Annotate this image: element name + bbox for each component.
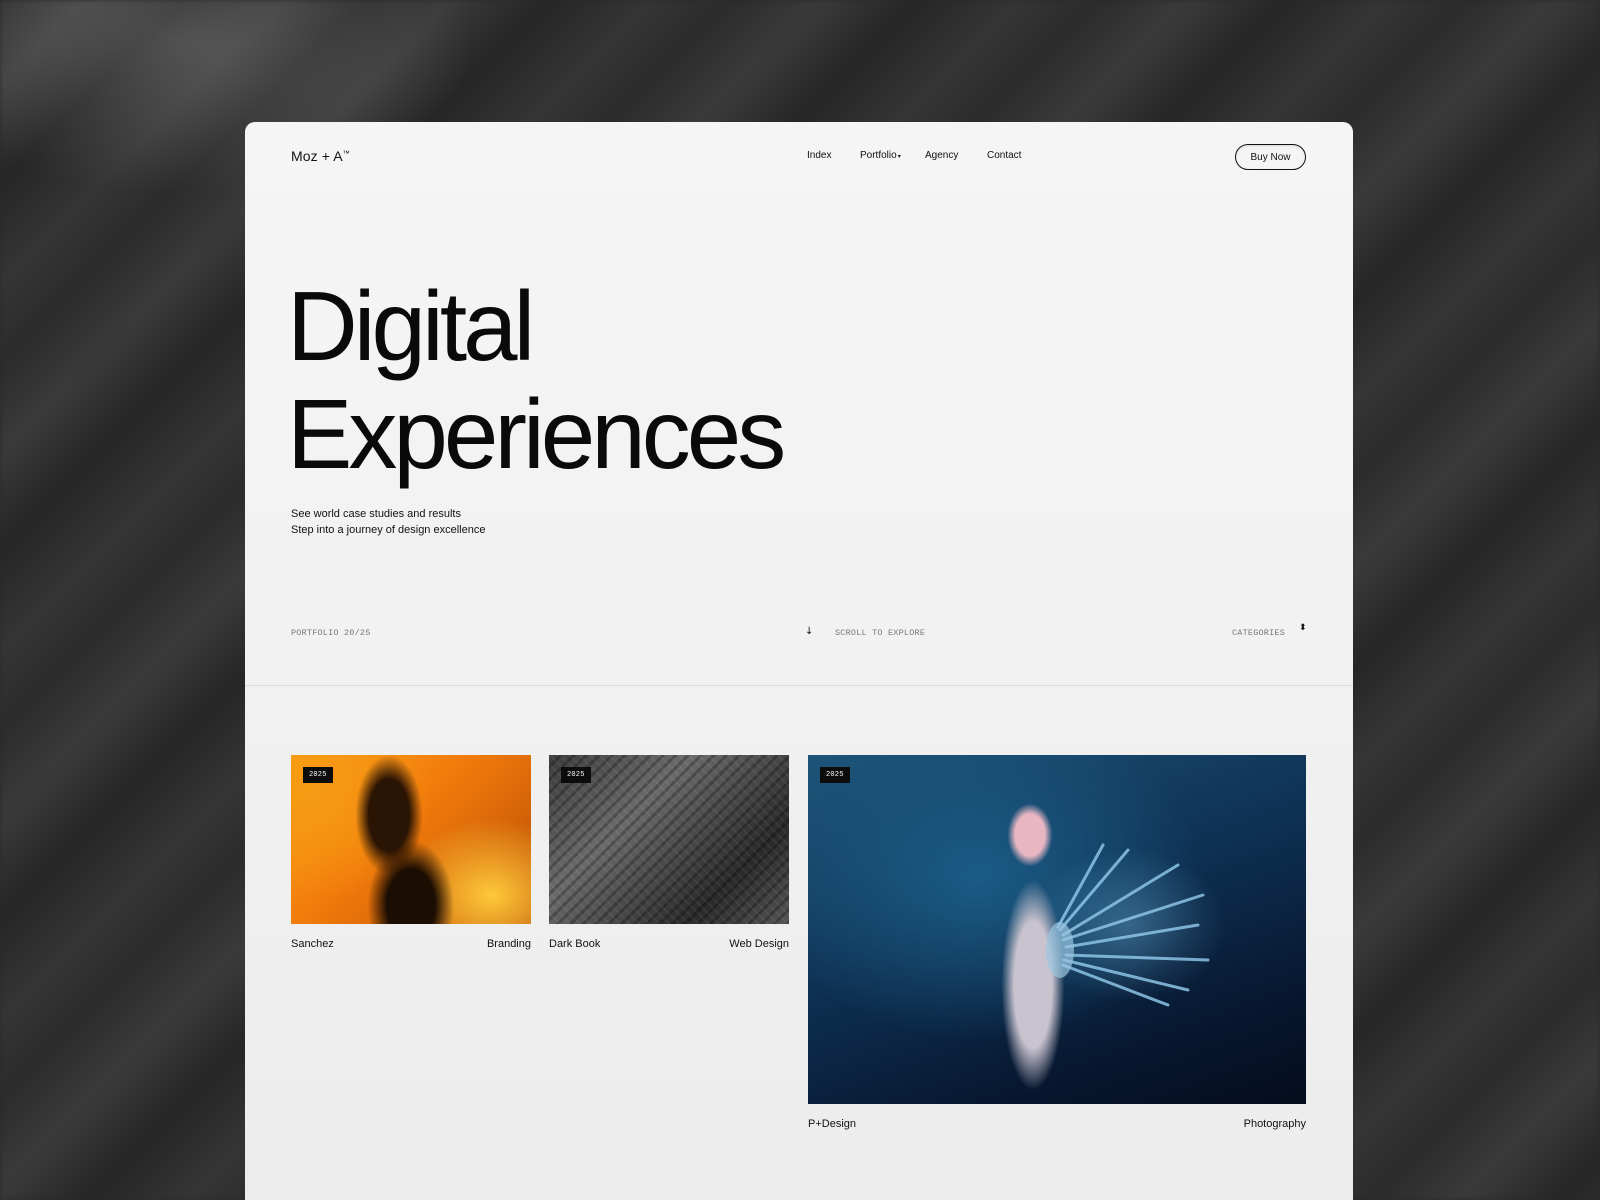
year-badge: 2025	[820, 767, 850, 783]
hero-title-line-1: Digital	[287, 271, 535, 381]
hero-subtitle-line-2: Step into a journey of design excellence	[291, 524, 486, 536]
project-thumbnail[interactable]: 2025	[808, 755, 1306, 1104]
project-caption: Sanchez Branding	[291, 938, 531, 950]
hero-subtitle-line-1: See world case studies and results	[291, 508, 461, 520]
project-thumbnail[interactable]: 2025	[549, 755, 789, 924]
year-badge: 2025	[561, 767, 591, 783]
project-card-p-design[interactable]: 2025 P+Design Photography	[808, 755, 1306, 1130]
nav-item-portfolio[interactable]: Portfolio▾	[860, 150, 925, 161]
main-nav: Index Portfolio▾ Agency Contact	[807, 150, 1021, 161]
project-caption: Dark Book Web Design	[549, 938, 789, 950]
arrow-down-icon[interactable]: ↓	[805, 626, 814, 637]
nav-item-contact[interactable]: Contact	[987, 150, 1021, 161]
project-name[interactable]: P+Design	[808, 1118, 856, 1130]
hero-title-line-2: Experiences	[287, 379, 786, 489]
logo[interactable]: Moz + A™	[291, 148, 350, 164]
logo-text: Moz + A	[291, 148, 343, 164]
project-name[interactable]: Dark Book	[549, 938, 600, 950]
project-caption: P+Design Photography	[808, 1118, 1306, 1130]
project-category: Branding	[486, 938, 531, 950]
project-name[interactable]: Sanchez	[291, 938, 334, 950]
portfolio-count: PORTFOLIO 20/25	[291, 628, 371, 638]
trademark-mark: ™	[342, 150, 350, 158]
project-card-sanchez[interactable]: 2025 Sanchez Branding	[291, 755, 531, 950]
hero-title: Digital Experiences	[287, 271, 786, 489]
buy-now-button[interactable]: Buy Now	[1235, 144, 1306, 170]
categories-label[interactable]: CATEGORIES	[1232, 628, 1285, 638]
sort-icon[interactable]: ⬍	[1299, 624, 1307, 633]
site-header: Moz + A™ Index Portfolio▾ Agency Contact…	[245, 122, 1353, 192]
sculpture-spikes-image	[1046, 843, 1210, 1007]
nav-item-portfolio-label: Portfolio	[860, 150, 897, 161]
info-bar: PORTFOLIO 20/25 ↓ SCROLL TO EXPLORE CATE…	[245, 624, 1353, 668]
project-card-dark-book[interactable]: 2025 Dark Book Web Design	[549, 755, 789, 950]
nav-item-index[interactable]: Index	[807, 150, 860, 161]
project-thumbnail[interactable]: 2025	[291, 755, 531, 924]
chevron-down-icon: ▾	[897, 154, 901, 160]
scroll-to-explore[interactable]: SCROLL TO EXPLORE	[835, 628, 925, 638]
nav-item-agency[interactable]: Agency	[925, 150, 987, 161]
browser-window: Moz + A™ Index Portfolio▾ Agency Contact…	[245, 122, 1353, 1200]
project-category: Web Design	[729, 938, 789, 950]
project-category: Photography	[1243, 1118, 1306, 1130]
year-badge: 2025	[303, 767, 333, 783]
section-divider	[245, 685, 1353, 686]
hero-subtitle: See world case studies and results Step …	[291, 506, 485, 538]
